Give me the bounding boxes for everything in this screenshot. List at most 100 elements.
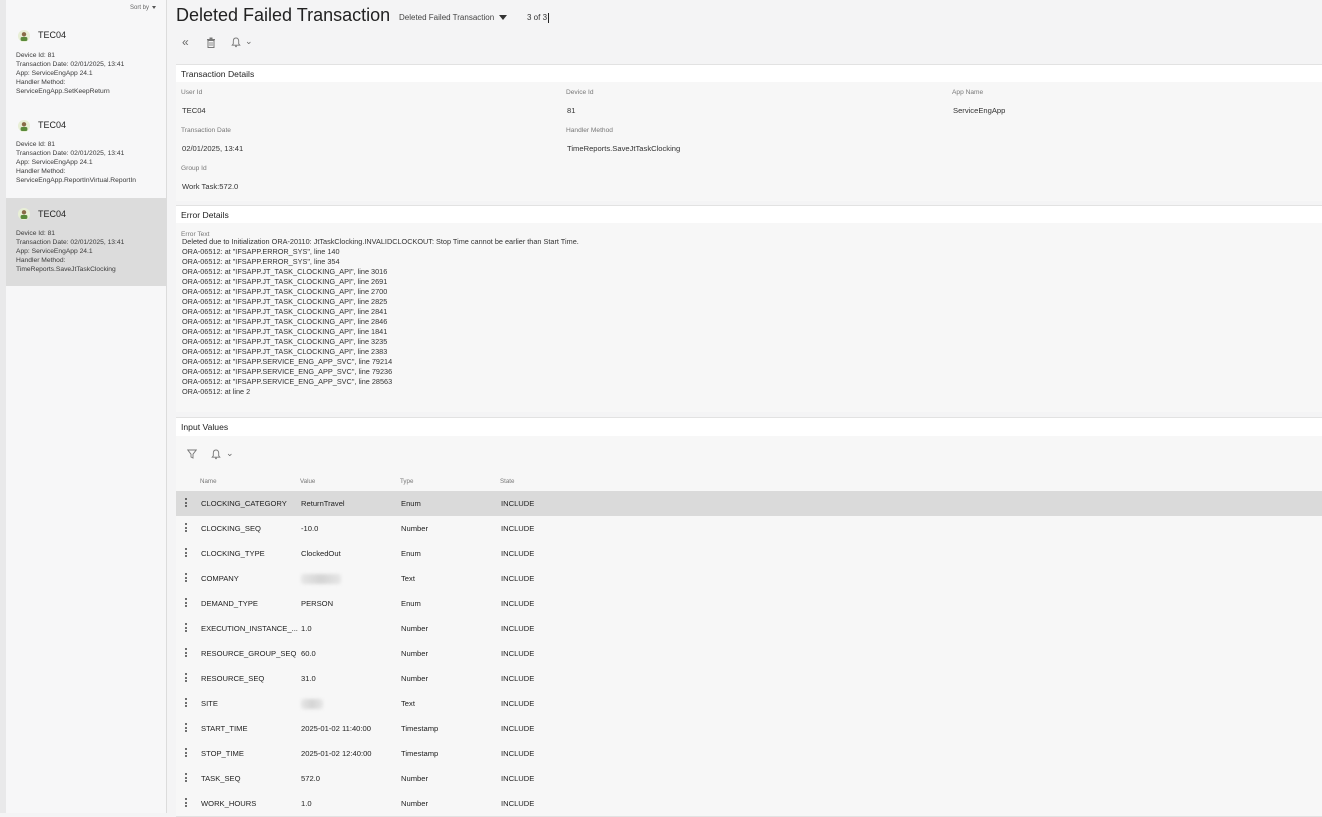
cell-type: Text	[401, 699, 415, 708]
panel-title: Transaction Details	[181, 69, 255, 79]
row-menu-icon[interactable]	[185, 798, 187, 809]
cell-name: EXECUTION_INSTANCE_...	[201, 624, 298, 633]
cell-name: START_TIME	[201, 724, 248, 733]
cell-name: COMPANY	[201, 574, 239, 583]
trash-icon[interactable]	[206, 37, 216, 51]
cell-name: RESOURCE_GROUP_SEQ	[201, 649, 297, 658]
row-menu-icon[interactable]	[185, 523, 187, 534]
panel-header: Error Details	[176, 206, 1322, 223]
card-line: Transaction Date: 02/01/2025, 13:41	[16, 61, 125, 69]
card-line: Handler Method:	[16, 257, 66, 265]
cell-value: ReturnTravel	[301, 499, 345, 508]
caret-down-icon	[152, 5, 156, 9]
card-line: Device Id: 81	[16, 141, 56, 148]
transaction-card[interactable]: TEC04 Device Id: 81 Transaction Date: 02…	[6, 112, 166, 196]
cell-name: SITE	[201, 699, 218, 708]
handler-method-value: TimeReports.SaveJtTaskClocking	[567, 144, 681, 153]
panel-title: Error Details	[181, 210, 229, 220]
table-row[interactable]: TASK_SEQ 572.0 Number INCLUDE	[176, 766, 1322, 792]
table-row[interactable]: WORK_HOURS 1.0 Number INCLUDE	[176, 791, 1322, 817]
cell-name: DEMAND_TYPE	[201, 599, 258, 608]
row-menu-icon[interactable]	[185, 573, 187, 584]
cell-value: ClockedOut	[301, 549, 341, 558]
bell-icon[interactable]	[211, 449, 221, 463]
table-row[interactable]: SITE Text INCLUDE	[176, 691, 1322, 717]
card-line: Transaction Date: 02/01/2025, 13:41	[16, 150, 125, 158]
cell-value	[301, 574, 341, 584]
bell-icon[interactable]	[231, 37, 241, 51]
row-menu-icon[interactable]	[185, 648, 187, 659]
cell-value: 31.0	[301, 674, 316, 683]
table-row[interactable]: EXECUTION_INSTANCE_... 1.0 Number INCLUDE	[176, 616, 1322, 642]
column-header-state[interactable]: State	[500, 478, 514, 485]
cell-value: 1.0	[301, 624, 312, 633]
cell-value: PERSON	[301, 599, 334, 608]
chevron-down-icon[interactable]: ⌄	[226, 448, 234, 459]
cell-name: STOP_TIME	[201, 749, 244, 758]
transaction-details-panel: Transaction Details User Id TEC04 Device…	[176, 64, 1322, 201]
cell-state: INCLUDE	[501, 549, 535, 558]
cell-state: INCLUDE	[501, 799, 535, 808]
card-line: ServiceEngApp.SetKeepReturn	[16, 88, 110, 96]
cell-type: Enum	[401, 499, 421, 508]
table-row[interactable]: START_TIME 2025-01-02 11:40:00 Timestamp IN…	[176, 716, 1322, 742]
row-menu-icon[interactable]	[185, 498, 187, 509]
card-details: Device Id: 81 Transaction Date: 02/01/20…	[16, 229, 124, 274]
group-id-label: Group Id	[181, 165, 207, 172]
transaction-card-selected[interactable]: TEC04 Device Id: 81 Transaction Date: 02…	[6, 198, 166, 286]
cell-type: Text	[401, 574, 415, 583]
cell-state: INCLUDE	[501, 574, 535, 583]
group-id-value: Work Task:572.0	[182, 182, 239, 191]
row-menu-icon[interactable]	[185, 773, 187, 784]
card-details: Device Id: 81 Transaction Date: 02/01/20…	[16, 140, 136, 185]
column-header-value[interactable]: Value	[300, 478, 315, 485]
app-name-label: App Name	[952, 89, 984, 96]
cell-name: CLOCKING_CATEGORY	[201, 499, 287, 508]
column-header-name[interactable]: Name	[200, 478, 217, 485]
table-row[interactable]: RESOURCE_GROUP_SEQ 60.0 Number INCLUDE	[176, 641, 1322, 667]
transaction-date-label: Transaction Date	[181, 127, 231, 134]
user-avatar-icon	[18, 208, 30, 220]
cell-state: INCLUDE	[501, 699, 535, 708]
row-menu-icon[interactable]	[185, 598, 187, 609]
row-menu-icon[interactable]	[185, 698, 187, 709]
table-row[interactable]: COMPANY Text INCLUDE	[176, 566, 1322, 592]
sort-by-label: Sort by	[129, 5, 149, 11]
filter-icon[interactable]	[186, 449, 198, 462]
transaction-card[interactable]: TEC04 Device Id: 81 Transaction Date: 02…	[6, 22, 166, 106]
card-title: TEC04	[38, 30, 67, 40]
panel-header: Input Values	[176, 418, 1322, 436]
row-menu-icon[interactable]	[185, 723, 187, 734]
cell-type: Number	[401, 799, 429, 808]
table-row[interactable]: RESOURCE_SEQ 31.0 Number INCLUDE	[176, 666, 1322, 692]
cell-value: 60.0	[301, 649, 316, 658]
chevron-down-icon[interactable]: ⌄	[245, 36, 253, 47]
table-row[interactable]: CLOCKING_TYPE ClockedOut Enum INCLUDE	[176, 541, 1322, 567]
cell-state: INCLUDE	[501, 649, 535, 658]
double-chevron-left-icon[interactable]: «	[182, 35, 189, 49]
row-menu-icon[interactable]	[185, 548, 187, 559]
column-header-type[interactable]: Type	[400, 478, 413, 485]
row-menu-icon[interactable]	[185, 748, 187, 759]
cell-state: INCLUDE	[501, 774, 535, 783]
page-selector-dropdown[interactable]: Deleted Failed Transaction	[399, 13, 508, 22]
cell-type: Enum	[401, 599, 421, 608]
user-id-label: User Id	[181, 89, 203, 96]
row-menu-icon[interactable]	[185, 623, 187, 634]
cell-state: INCLUDE	[501, 624, 535, 633]
table-row[interactable]: CLOCKING_CATEGORY ReturnTravel Enum INCLUDE	[176, 491, 1322, 517]
cell-state: INCLUDE	[501, 749, 535, 758]
redacted-value	[301, 699, 323, 709]
table-row[interactable]: STOP_TIME 2025-01-02 12:40:00 Timestamp INC…	[176, 741, 1322, 767]
cell-value: 1.0	[301, 799, 312, 808]
cell-type: Number	[401, 774, 429, 783]
table-row[interactable]: DEMAND_TYPE PERSON Enum INCLUDE	[176, 591, 1322, 617]
row-menu-icon[interactable]	[185, 673, 187, 684]
cell-state: INCLUDE	[501, 674, 535, 683]
card-details: Device Id: 81 Transaction Date: 02/01/20…	[16, 51, 124, 96]
handler-method-label: Handler Method	[566, 127, 613, 134]
caret-down-icon	[499, 15, 508, 21]
sort-by-button[interactable]: Sort by	[130, 5, 156, 11]
page-selector-label: Deleted Failed Transaction	[399, 13, 495, 22]
table-row[interactable]: CLOCKING_SEQ -10.0 Number INCLUDE	[176, 516, 1322, 542]
